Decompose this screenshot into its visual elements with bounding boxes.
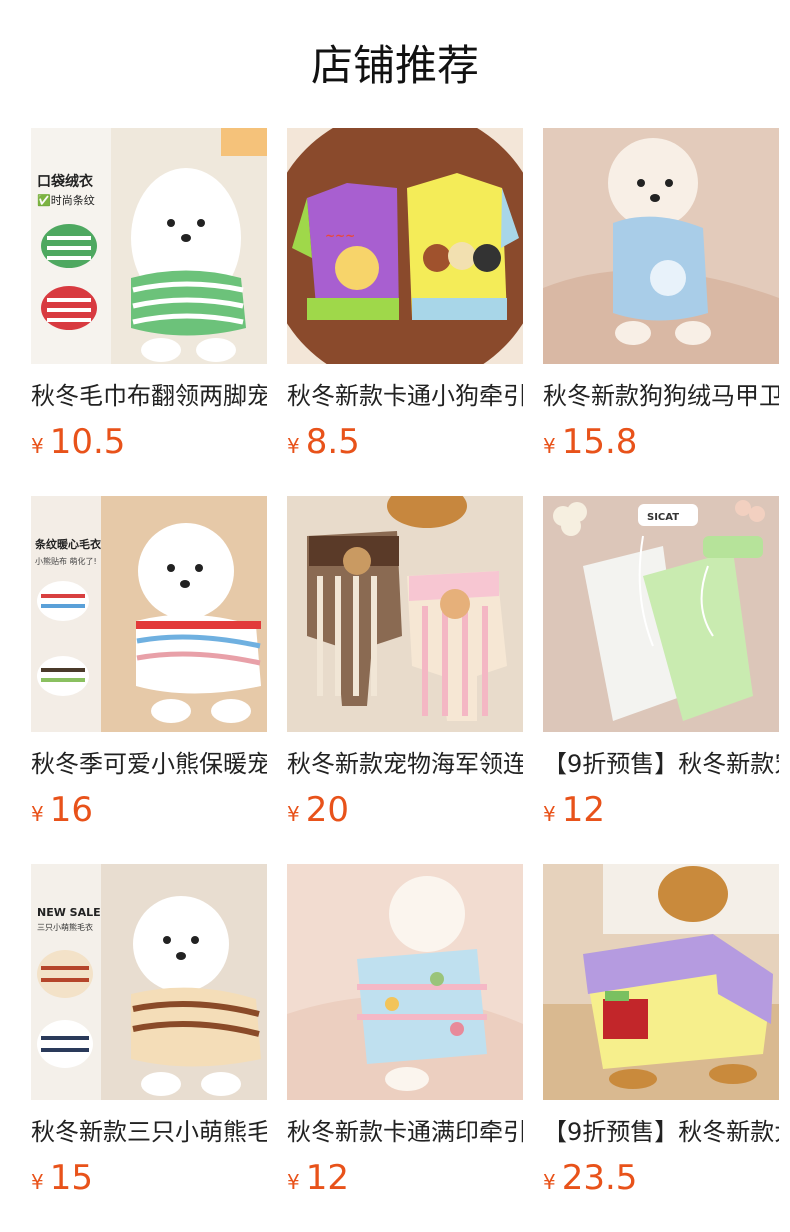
product-image[interactable]	[543, 128, 779, 364]
price-value: 15.8	[561, 422, 638, 462]
price-value: 8.5	[305, 422, 360, 462]
badge-line-1: 口袋绒衣	[37, 173, 94, 190]
currency-symbol: ¥	[543, 802, 556, 826]
price-value: 16	[49, 790, 93, 830]
badge-line-1: SICAT	[647, 512, 679, 523]
product-name[interactable]: 秋冬毛巾布翻领两脚宠物衣服	[31, 378, 267, 414]
product-card[interactable]: 条纹暖心毛衣 小熊贴布 萌化了! 秋冬季可爱小熊保暖宠物毛衣	[31, 496, 267, 830]
product-card[interactable]: 口袋绒衣 ✅时尚条纹 秋冬毛巾布翻领两脚宠 ¥ 10.5	[31, 128, 267, 462]
currency-symbol: ¥	[287, 802, 300, 826]
price-value: 20	[305, 790, 349, 830]
product-name[interactable]: 秋冬新款狗狗绒马甲卫衣	[543, 378, 779, 414]
price-value: 15	[49, 1158, 93, 1198]
product-image[interactable]: SICAT	[543, 496, 779, 732]
currency-symbol: ¥	[287, 1170, 300, 1194]
product-price: ¥8.5	[287, 420, 523, 464]
product-price: ¥12	[543, 788, 779, 832]
product-card[interactable]: NEW SALE 三只小萌熊毛衣 秋冬新款三只小萌熊毛衣 ¥	[31, 864, 267, 1198]
price-value: 23.5	[561, 1158, 638, 1198]
product-price: ¥12	[287, 1156, 523, 1200]
product-image[interactable]: 口袋绒衣 ✅时尚条纹	[31, 128, 267, 364]
currency-symbol: ¥	[31, 1170, 44, 1194]
currency-symbol: ¥	[31, 802, 44, 826]
product-image[interactable]	[287, 496, 523, 732]
currency-symbol: ¥	[287, 434, 300, 458]
product-image[interactable]	[543, 864, 779, 1100]
currency-symbol: ¥	[543, 434, 556, 458]
badge-line-2: 三只小萌熊毛衣	[37, 922, 93, 932]
product-card[interactable]: 秋冬新款卡通满印牵引背心 ¥12	[287, 864, 523, 1198]
badge-line-1: NEW SALE	[37, 906, 101, 919]
product-card[interactable]: SICAT 【9折预售】秋冬新款宠物背心 ¥12	[543, 496, 779, 830]
product-image[interactable]	[287, 864, 523, 1100]
badge-line-2: ✅时尚条纹	[37, 193, 95, 207]
badge-line-1: 条纹暖心毛衣	[34, 537, 102, 551]
product-name[interactable]: 秋冬新款宠物海军领连体衣	[287, 746, 523, 782]
product-name[interactable]: 秋冬季可爱小熊保暖宠物毛衣	[31, 746, 267, 782]
price-value: 12	[305, 1158, 349, 1198]
product-name[interactable]: 【9折预售】秋冬新款大狗卫衣	[543, 1114, 779, 1150]
badge-line-2: 小熊贴布 萌化了!	[35, 556, 97, 566]
currency-symbol: ¥	[31, 434, 44, 458]
svg-text:~~~: ~~~	[325, 229, 355, 243]
price-value: 12	[561, 790, 605, 830]
product-name[interactable]: 秋冬新款卡通小狗牵引衣	[287, 378, 523, 414]
product-image[interactable]: ~~~	[287, 128, 523, 364]
product-card[interactable]: ~~~ 秋冬新款卡通小狗牵引衣 ¥8.5	[287, 128, 523, 462]
product-image[interactable]: 条纹暖心毛衣 小熊贴布 萌化了!	[31, 496, 267, 732]
price-value: 10.5	[49, 422, 126, 462]
product-price: ¥15.8	[543, 420, 779, 464]
product-name[interactable]: 秋冬新款卡通满印牵引背心	[287, 1114, 523, 1150]
product-name[interactable]: 秋冬新款三只小萌熊毛衣	[31, 1114, 267, 1150]
product-image[interactable]: NEW SALE 三只小萌熊毛衣	[31, 864, 267, 1100]
product-name[interactable]: 【9折预售】秋冬新款宠物背心	[543, 746, 779, 782]
product-card[interactable]: 【9折预售】秋冬新款大狗卫衣 ¥23.5	[543, 864, 779, 1198]
product-card[interactable]: 秋冬新款狗狗绒马甲卫衣 ¥15.8	[543, 128, 779, 462]
currency-symbol: ¥	[543, 1170, 556, 1194]
product-price: ¥10.5	[31, 420, 267, 464]
product-price: ¥20	[287, 788, 523, 832]
product-price: ¥16	[31, 788, 267, 832]
page-title: 店铺推荐	[310, 41, 479, 90]
product-card[interactable]: 秋冬新款宠物海军领连体衣 ¥20	[287, 496, 523, 830]
product-price: ¥15	[31, 1156, 267, 1200]
product-price: ¥23.5	[543, 1156, 779, 1200]
